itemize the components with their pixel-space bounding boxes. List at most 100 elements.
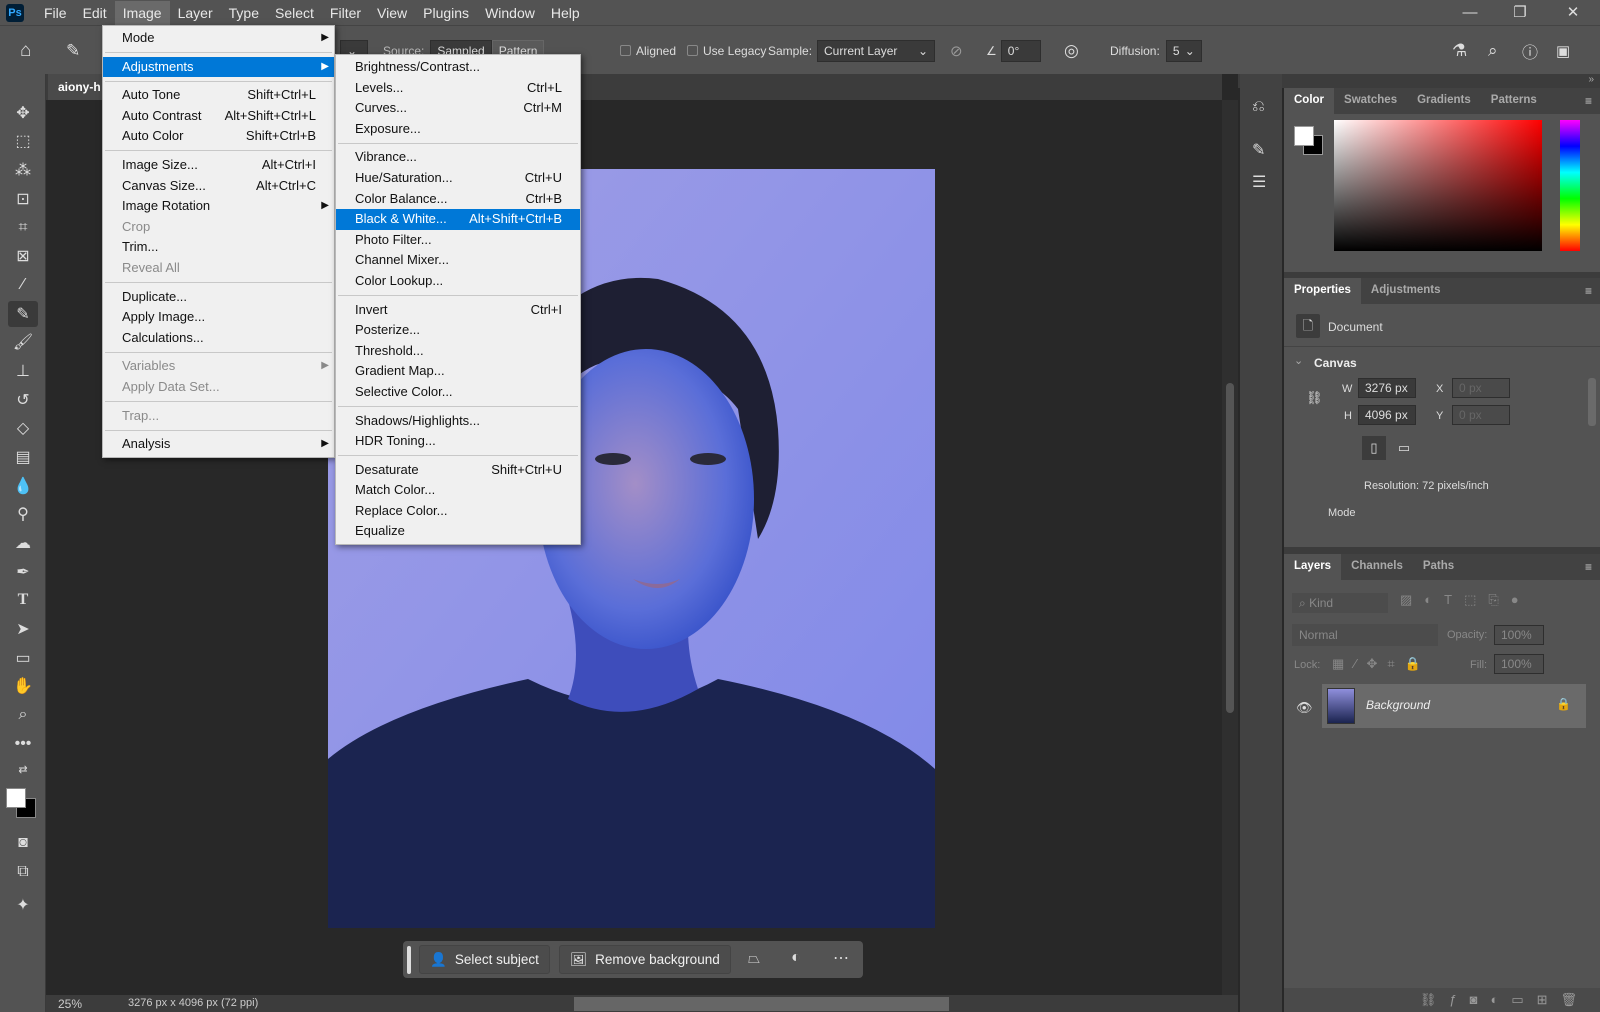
healing-brush-preset-icon[interactable]: ✎ <box>66 26 80 75</box>
gradient-tool-icon[interactable]: ▤ <box>8 444 38 470</box>
landscape-orientation-icon[interactable]: ▭ <box>1392 436 1416 460</box>
history-brush-tool-icon[interactable]: ↺ <box>8 387 38 413</box>
menu-item-color-lookup[interactable]: Color Lookup... <box>336 271 580 292</box>
close-button[interactable]: ✕ <box>1548 0 1598 25</box>
quick-selection-tool-icon[interactable]: ⊡ <box>8 186 38 212</box>
frame-tool-icon[interactable]: ⊠ <box>8 243 38 269</box>
zoom-tool-icon[interactable]: ⌕ <box>8 702 38 728</box>
menu-item-curves[interactable]: Curves... Ctrl+M <box>336 98 580 119</box>
y-field[interactable]: 0 px <box>1452 405 1510 425</box>
menu-item-exposure[interactable]: Exposure... <box>336 119 580 140</box>
menu-item-match-color[interactable]: Match Color... <box>336 480 580 501</box>
document-info[interactable]: 3276 px x 4096 px (72 ppi) <box>128 997 258 1009</box>
menu-layer[interactable]: Layer <box>170 1 221 25</box>
menu-file[interactable]: File <box>36 1 75 25</box>
eyedropper-tool-icon[interactable]: ⁄ <box>8 272 38 298</box>
menu-item-analysis[interactable]: Analysis ▶ <box>103 434 334 455</box>
zoom-level[interactable]: 25% <box>58 997 82 1011</box>
object-selection-tool-icon[interactable]: ⁂ <box>8 157 38 183</box>
brush-tool-icon[interactable]: 🖌 <box>8 329 38 355</box>
pressure-size-icon[interactable]: ◎ <box>1064 26 1079 75</box>
menu-item-hdr-toning[interactable]: HDR Toning... <box>336 431 580 452</box>
x-field[interactable]: 0 px <box>1452 378 1510 398</box>
history-icon[interactable]: ⎌ <box>1252 98 1265 116</box>
menu-item-apply-image[interactable]: Apply Image... <box>103 307 334 328</box>
quick-mask-icon[interactable]: ◙ <box>8 830 38 856</box>
aligned-checkbox[interactable] <box>620 45 631 56</box>
smudge-tool-icon[interactable]: ☁ <box>8 530 38 556</box>
menu-item-black-white[interactable]: Black & White... Alt+Shift+Ctrl+B <box>336 209 580 230</box>
menu-item-gradient-map[interactable]: Gradient Map... <box>336 361 580 382</box>
vertical-scrollbar[interactable] <box>1222 100 1238 995</box>
menu-item-image-rotation[interactable]: Image Rotation ▶ <box>103 196 334 217</box>
crop-tool-icon[interactable]: ⌗ <box>8 215 38 241</box>
layer-filter-dropdown[interactable]: ⌕ Kind <box>1292 593 1388 613</box>
angle-field[interactable]: 0° <box>1000 39 1041 62</box>
lock-icons[interactable]: ▦⁄✥⌗🔒 <box>1332 656 1431 672</box>
color-foreground-swatch[interactable] <box>1294 126 1314 146</box>
eraser-tool-icon[interactable]: ◇ <box>8 415 38 441</box>
flask-icon[interactable]: ⚗ <box>1452 26 1467 75</box>
tab-paths[interactable]: Paths <box>1413 554 1464 580</box>
menu-item-levels[interactable]: Levels... Ctrl+L <box>336 78 580 99</box>
panel-menu-icon[interactable]: ≡ <box>1585 284 1592 298</box>
menu-item-canvas-size[interactable]: Canvas Size... Alt+Ctrl+C <box>103 176 334 197</box>
panel-menu-icon[interactable]: ≡ <box>1585 560 1592 574</box>
dodge-tool-icon[interactable]: ⚲ <box>8 501 38 527</box>
blend-mode-dropdown[interactable]: Normal <box>1292 624 1438 646</box>
select-subject-button[interactable]: 👤 Select subject <box>419 945 550 974</box>
adjustment-icon[interactable]: ◐ <box>791 949 801 967</box>
expand-icon[interactable]: » <box>1588 74 1594 85</box>
portrait-orientation-icon[interactable]: ▯ <box>1362 436 1386 460</box>
menu-item-shadows-highlights[interactable]: Shadows/Highlights... <box>336 411 580 432</box>
screen-mode-icon[interactable]: ⧉ <box>8 859 38 885</box>
rectangle-tool-icon[interactable]: ▭ <box>8 645 38 671</box>
pen-tool-icon[interactable]: ✒ <box>8 559 38 585</box>
menu-item-adjustments[interactable]: Adjustments ▶ <box>103 56 334 78</box>
home-icon[interactable]: ⌂ <box>20 26 31 75</box>
menu-item-trim[interactable]: Trim... <box>103 237 334 258</box>
collapse-chevron-icon[interactable]: ⌄ <box>1294 354 1303 367</box>
menu-type[interactable]: Type <box>221 1 267 25</box>
menu-item-replace-color[interactable]: Replace Color... <box>336 501 580 522</box>
color-field[interactable] <box>1334 120 1542 251</box>
foreground-color-swatch[interactable] <box>6 788 26 808</box>
tab-channels[interactable]: Channels <box>1341 554 1413 580</box>
fill-field[interactable]: 100% <box>1494 654 1544 674</box>
sample-dropdown[interactable]: Current Layer ⌄ <box>817 39 935 62</box>
healing-brush-tool-icon[interactable]: ✎ <box>8 301 38 327</box>
menu-item-auto-contrast[interactable]: Auto Contrast Alt+Shift+Ctrl+L <box>103 106 334 127</box>
path-selection-tool-icon[interactable]: ➤ <box>8 616 38 642</box>
menu-view[interactable]: View <box>369 1 415 25</box>
menu-item-auto-tone[interactable]: Auto Tone Shift+Ctrl+L <box>103 85 334 106</box>
tab-adjustments[interactable]: Adjustments <box>1361 278 1451 304</box>
menu-item-image-size[interactable]: Image Size... Alt+Ctrl+I <box>103 155 334 176</box>
menu-filter[interactable]: Filter <box>322 1 369 25</box>
properties-scrollbar[interactable] <box>1588 378 1596 426</box>
tab-color[interactable]: Color <box>1284 88 1335 114</box>
menu-item-auto-color[interactable]: Auto Color Shift+Ctrl+B <box>103 126 334 147</box>
link-icon[interactable]: ⛓ <box>1306 390 1323 406</box>
menu-select[interactable]: Select <box>267 1 322 25</box>
menu-item-duplicate[interactable]: Duplicate... <box>103 287 334 308</box>
more-tools-icon[interactable]: ••• <box>8 731 38 757</box>
menu-image[interactable]: Image <box>114 0 170 25</box>
adjustments-sliders-icon[interactable]: ☰ <box>1252 172 1266 192</box>
tab-swatches[interactable]: Swatches <box>1334 88 1407 114</box>
generative-icon[interactable]: ✦ <box>8 892 38 918</box>
document-tab[interactable]: aiony-h <box>48 74 108 100</box>
width-field[interactable]: 3276 px <box>1358 378 1416 398</box>
type-tool-icon[interactable]: T <box>8 587 38 613</box>
minimize-button[interactable]: — <box>1445 0 1495 25</box>
tab-properties[interactable]: Properties <box>1284 278 1361 304</box>
menu-item-posterize[interactable]: Posterize... <box>336 320 580 341</box>
layer-row-background[interactable]: Background 🔒 <box>1322 684 1586 728</box>
menu-item-hue-saturation[interactable]: Hue/Saturation... Ctrl+U <box>336 168 580 189</box>
clone-stamp-tool-icon[interactable]: ⊥ <box>8 358 38 384</box>
menu-item-photo-filter[interactable]: Photo Filter... <box>336 230 580 251</box>
tab-layers[interactable]: Layers <box>1284 554 1342 580</box>
menu-item-threshold[interactable]: Threshold... <box>336 341 580 362</box>
menu-item-channel-mixer[interactable]: Channel Mixer... <box>336 250 580 271</box>
menu-edit[interactable]: Edit <box>75 1 115 25</box>
layer-name[interactable]: Background <box>1366 698 1430 712</box>
